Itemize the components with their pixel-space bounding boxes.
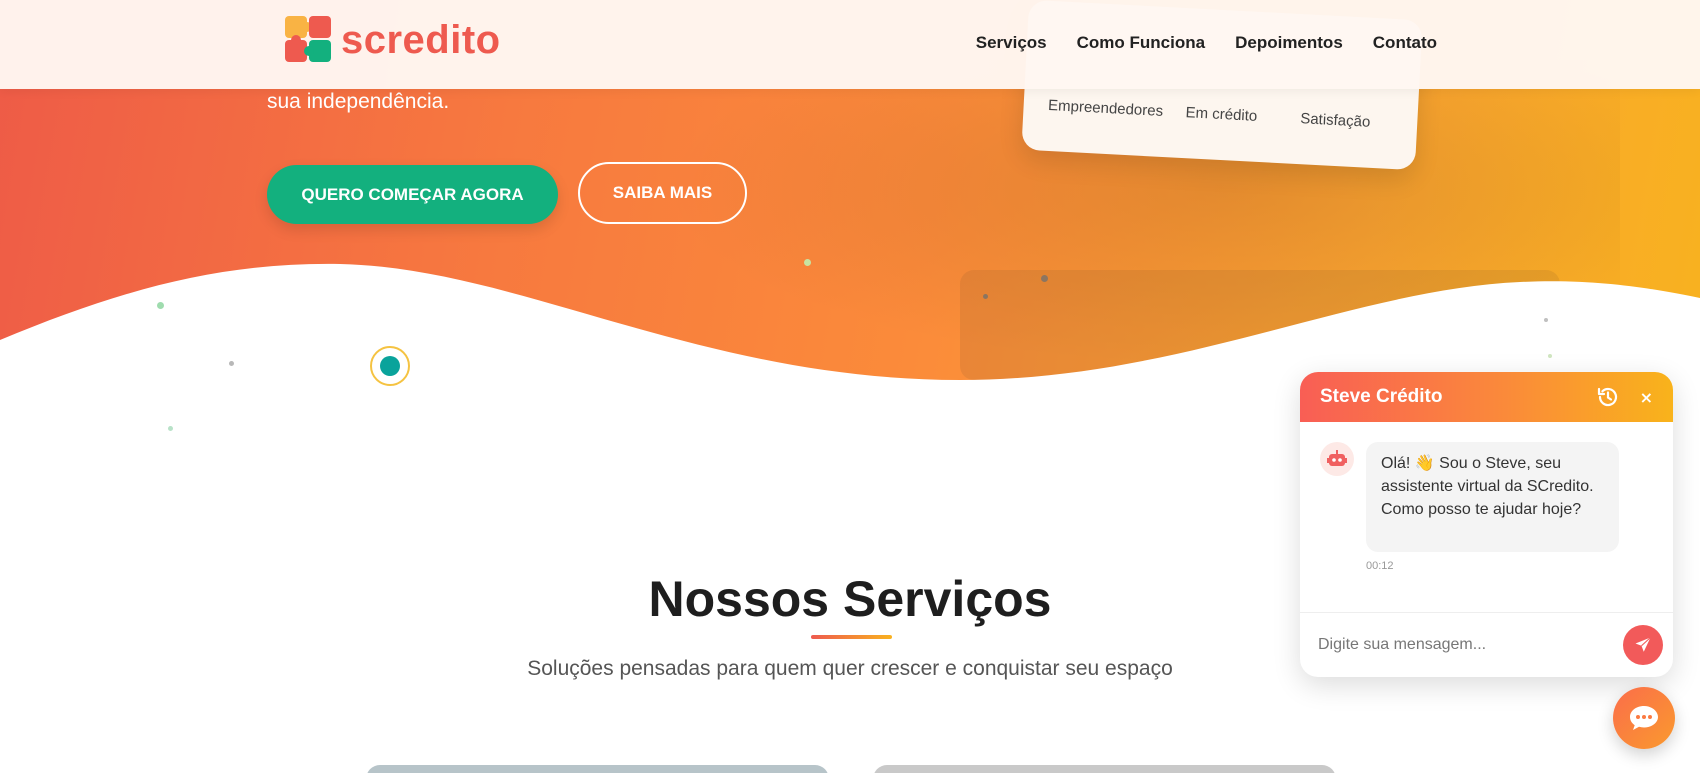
send-icon (1635, 637, 1651, 652)
logo-puzzle-icon (285, 16, 331, 62)
chat-toggle-button[interactable] (1613, 687, 1675, 749)
nav-item-services[interactable]: Serviços (976, 33, 1047, 53)
decor-dot (804, 259, 811, 266)
chat-input-row (1300, 612, 1673, 677)
logo[interactable]: scredito (285, 16, 501, 64)
scroll-indicator-dot (380, 356, 400, 376)
service-card[interactable] (873, 765, 1336, 773)
logo-text: scredito (341, 17, 501, 62)
decor-dot (229, 361, 234, 366)
scroll-indicator[interactable] (370, 346, 410, 386)
nav-item-testimonials[interactable]: Depoimentos (1235, 33, 1343, 53)
history-icon[interactable] (1596, 385, 1620, 409)
decor-dot (1544, 318, 1548, 322)
nav-item-how-it-works[interactable]: Como Funciona (1077, 33, 1205, 53)
chat-message-input[interactable] (1318, 633, 1608, 657)
close-icon[interactable]: × (1640, 388, 1653, 407)
send-button[interactable] (1623, 625, 1663, 665)
site-header: scredito Serviços Como Funciona Depoimen… (0, 0, 1700, 89)
service-card[interactable] (366, 765, 829, 773)
bot-message: Olá! 👋 Sou o Steve, seu assistente virtu… (1366, 442, 1619, 552)
chat-header: Steve Crédito × (1300, 372, 1673, 422)
message-time: 00:12 (1366, 560, 1394, 572)
nav-item-contact[interactable]: Contato (1373, 33, 1437, 53)
chat-widget: Steve Crédito × Olá! 👋 Sou o Steve, seu … (1300, 372, 1673, 677)
services-title-underline (811, 635, 892, 639)
main-nav: Serviços Como Funciona Depoimentos Conta… (976, 33, 1437, 53)
decor-dot (157, 302, 164, 309)
chat-bubble-icon (1630, 706, 1658, 730)
chat-messages: Olá! 👋 Sou o Steve, seu assistente virtu… (1300, 422, 1673, 612)
chat-title: Steve Crédito (1320, 386, 1443, 407)
decor-dot (168, 426, 173, 431)
decor-dot (1041, 275, 1048, 282)
decor-dot (983, 294, 988, 299)
robot-icon (1320, 442, 1354, 476)
decor-dot (1548, 354, 1552, 358)
